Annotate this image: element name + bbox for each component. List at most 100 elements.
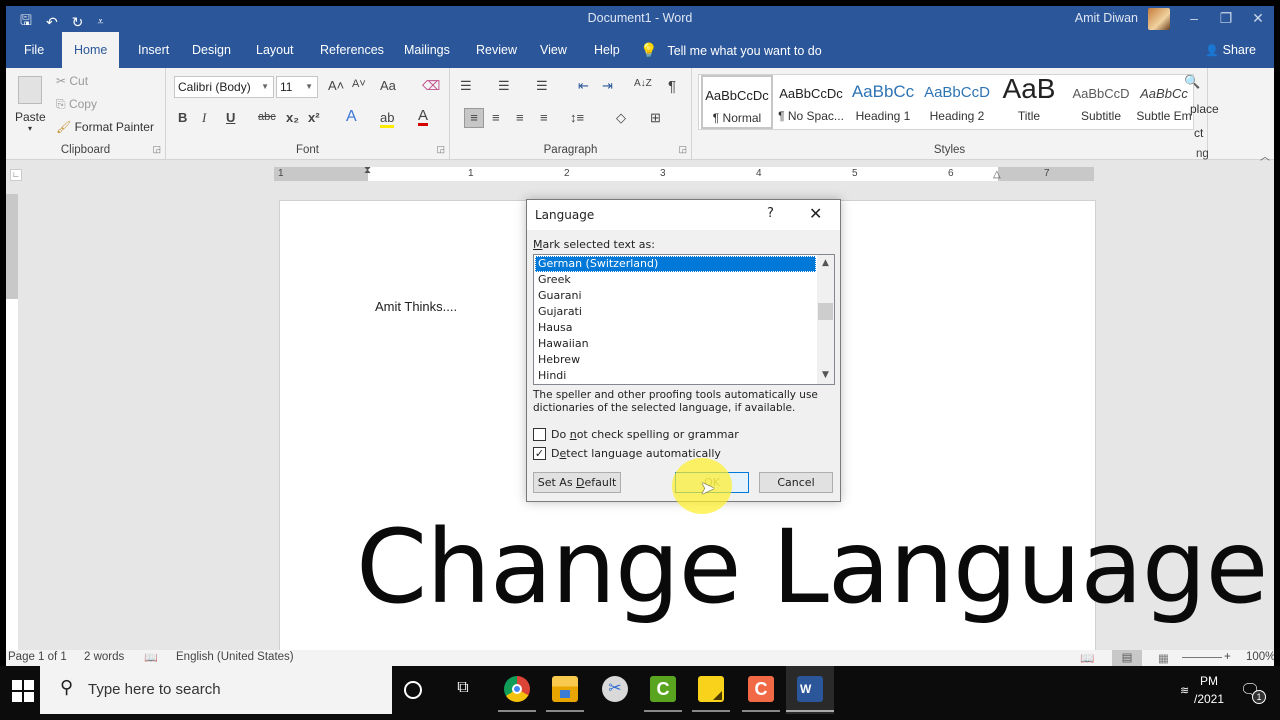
tab-layout[interactable]: Layout (246, 32, 304, 68)
chrome-icon[interactable] (504, 676, 530, 702)
indent-marker-icon[interactable]: ⧗ (364, 165, 371, 176)
tab-mailings[interactable]: Mailings (394, 32, 460, 68)
zoom-slider[interactable] (1182, 657, 1222, 658)
dialog-close-button[interactable]: ✕ (809, 204, 822, 223)
scroll-down-icon[interactable]: ▼ (817, 367, 834, 384)
checkbox-unchecked[interactable] (533, 427, 546, 441)
close-button[interactable]: ✕ (1242, 6, 1274, 32)
zoom-level[interactable]: 100% (1246, 651, 1274, 663)
tab-references[interactable]: References (310, 32, 394, 68)
proofing-icon[interactable]: 📖 (144, 651, 158, 664)
font-size-combo[interactable]: 11 ▼ (276, 76, 318, 98)
grow-font-icon[interactable]: A˄ (328, 78, 344, 93)
cancel-button[interactable]: Cancel (759, 472, 833, 493)
sort-icon[interactable]: A↓Z (634, 78, 652, 89)
style-subtitle[interactable]: AaBbCcD Subtitle (1065, 75, 1137, 129)
replace-button[interactable]: place (1190, 102, 1219, 116)
share-button[interactable]: 👤 Share (1205, 32, 1256, 68)
align-left-icon[interactable]: ≡ (464, 108, 484, 128)
style-no-spacing[interactable]: AaBbCcDc ¶ No Spac... (775, 75, 847, 129)
tab-home[interactable]: Home (62, 32, 120, 68)
language-option[interactable]: Hindi (535, 368, 816, 384)
language-option[interactable]: Hausa (535, 320, 816, 336)
zoom-in-button[interactable]: + (1224, 651, 1231, 663)
word-taskbar-button[interactable]: W (786, 666, 834, 714)
decrease-indent-icon[interactable]: ⇤ (578, 78, 589, 94)
restore-button[interactable]: ❐ (1210, 6, 1242, 32)
language-option[interactable]: Greek (535, 272, 816, 288)
taskbar-search[interactable]: ⚲ Type here to search (40, 666, 392, 714)
vertical-ruler[interactable] (6, 194, 18, 654)
cortana-icon[interactable] (404, 681, 422, 699)
word-count[interactable]: 2 words (84, 651, 124, 663)
document-text[interactable]: Amit Thinks.... (375, 299, 457, 314)
tell-me-search[interactable]: 💡 Tell me what you want to do (640, 32, 822, 68)
cut-button[interactable]: ✂ Cut (56, 74, 88, 88)
show-marks-icon[interactable]: ¶ (668, 78, 676, 95)
tab-help[interactable]: Help (584, 32, 630, 68)
language-option[interactable]: Hawaiian (535, 336, 816, 352)
page-count[interactable]: Page 1 of 1 (8, 651, 67, 663)
borders-icon[interactable]: ⊞ (650, 110, 661, 126)
task-view-icon[interactable]: ⧉ (454, 679, 472, 699)
find-icon[interactable]: 🔍 (1184, 74, 1200, 90)
justify-icon[interactable]: ≡ (540, 110, 548, 125)
subscript-icon[interactable]: x₂ (286, 110, 299, 125)
style-heading-2[interactable]: AaBbCcD Heading 2 (921, 75, 993, 129)
camtasia-green-icon[interactable]: C (650, 676, 676, 702)
style-title[interactable]: AaB Title (993, 73, 1065, 129)
listbox-scrollbar[interactable]: ▲ ▼ (817, 255, 834, 384)
language-listbox[interactable]: German (Switzerland) Greek Guarani Gujar… (533, 254, 835, 385)
scroll-up-icon[interactable]: ▲ (817, 255, 834, 272)
file-explorer-icon[interactable] (552, 676, 578, 702)
camtasia-orange-icon[interactable]: C (748, 676, 774, 702)
language-option[interactable]: German (Switzerland) (535, 256, 816, 272)
font-launcher-icon[interactable]: ◲ (436, 144, 445, 155)
font-color-icon[interactable]: A (418, 108, 429, 126)
bullets-icon[interactable]: ☰ (460, 78, 472, 94)
language-option[interactable]: Gujarati (535, 304, 816, 320)
set-as-default-button[interactable]: Set As Default (533, 472, 621, 493)
strikethrough-icon[interactable]: abc (258, 111, 276, 123)
shading-icon[interactable]: ◇ (616, 110, 626, 126)
paste-button[interactable]: Paste ▾ (12, 72, 50, 136)
windows-start-icon[interactable] (12, 680, 34, 702)
tab-review[interactable]: Review (466, 32, 527, 68)
minimize-button[interactable]: – (1178, 6, 1210, 32)
clock-date[interactable]: /2021 (1194, 692, 1224, 706)
multilevel-list-icon[interactable]: ☰ (536, 78, 548, 94)
line-spacing-icon[interactable]: ↕≡ (570, 110, 584, 125)
horizontal-ruler[interactable]: 1 1 2 3 4 5 6 7 ⧗ △ (274, 165, 1094, 181)
increase-indent-icon[interactable]: ⇥ (602, 78, 613, 94)
snipping-tool-icon[interactable]: ✂ (602, 676, 628, 702)
copy-button[interactable]: ⎘ Copy (56, 97, 97, 112)
network-icon[interactable]: ≋ (1180, 684, 1189, 697)
underline-icon[interactable]: U (226, 110, 235, 125)
checkmark-icon[interactable]: ✓ (533, 446, 546, 460)
italic-icon[interactable]: I (202, 110, 206, 126)
format-painter-button[interactable]: 🖌 Format Painter (56, 120, 154, 134)
web-layout-icon[interactable]: ▦ (1158, 651, 1169, 665)
change-case-icon[interactable]: Aa (380, 78, 396, 93)
read-mode-icon[interactable]: 📖 (1080, 651, 1094, 665)
highlight-icon[interactable]: ab (380, 110, 395, 128)
tab-selector-icon[interactable]: ∟ (10, 169, 22, 181)
clear-formatting-icon[interactable]: ⌫ (422, 78, 440, 94)
language-status[interactable]: English (United States) (176, 651, 294, 663)
bold-icon[interactable]: B (178, 110, 187, 125)
font-name-combo[interactable]: Calibri (Body) ▼ (174, 76, 274, 98)
style-normal[interactable]: AaBbCcDc ¶ Normal (701, 75, 773, 129)
clipboard-launcher-icon[interactable]: ◲ (152, 144, 161, 155)
right-indent-marker-icon[interactable]: △ (993, 169, 1001, 180)
scroll-thumb[interactable] (818, 303, 833, 320)
superscript-icon[interactable]: x² (308, 110, 320, 125)
sticky-notes-icon[interactable] (698, 676, 724, 702)
tab-view[interactable]: View (530, 32, 577, 68)
language-option[interactable]: Hebrew (535, 352, 816, 368)
help-button[interactable]: ? (767, 206, 774, 221)
user-name[interactable]: Amit Diwan (1075, 11, 1138, 25)
select-button[interactable]: ct (1194, 126, 1203, 140)
tab-file[interactable]: File (14, 32, 54, 68)
shrink-font-icon[interactable]: A˅ (352, 78, 366, 90)
align-center-icon[interactable]: ≡ (492, 110, 500, 125)
